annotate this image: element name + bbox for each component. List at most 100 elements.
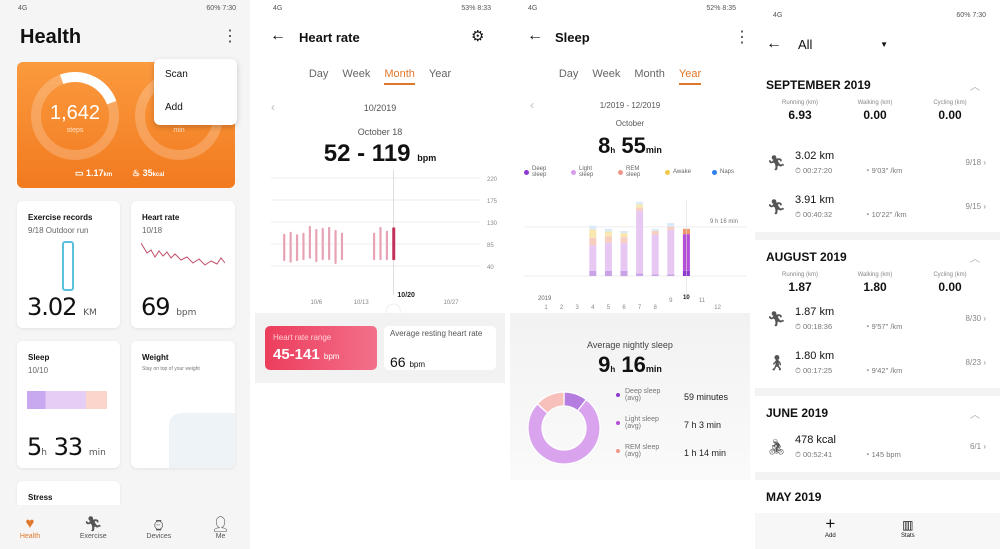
tab-year[interactable]: Year [429,68,451,85]
caret-down-icon: ▼ [880,40,888,49]
record-main: 478 kcal [795,434,836,446]
sleep-bar-segment[interactable] [620,243,628,271]
sleep-bar-segment[interactable] [636,204,644,208]
sleep-bar-segment[interactable] [651,274,659,276]
exercise-record[interactable]: 🚴︎ 478 kcal ⏱ 00:52:41 ◔ 145 bpm 6/1 › [755,428,1000,472]
collapse-chevron-icon[interactable]: ︿ [970,406,980,421]
nav-health[interactable]: ♥ Health [20,515,40,540]
sleep-bar-segment[interactable] [589,237,597,246]
sleep-bar-segment[interactable] [604,236,612,243]
sleep-bar-segment[interactable] [604,231,612,237]
sleep-bar-segment[interactable] [651,234,659,275]
nav-me[interactable]: 👤︎ Me [211,515,230,540]
heart-rate-bar[interactable] [328,226,331,261]
back-arrow-icon[interactable]: ← [766,35,782,53]
tab-month[interactable]: Month [634,68,665,85]
x-tick-label: 3 [576,305,580,311]
back-arrow-icon[interactable]: ← [527,27,543,45]
heart-rate-bar[interactable] [315,228,318,263]
tab-year[interactable]: Year [678,68,702,85]
more-icon[interactable]: ⋮ [734,27,750,47]
sleep-bar-segment[interactable] [620,233,628,238]
heart-rate-bar[interactable] [308,225,311,259]
nav-exercise[interactable]: 🏃︎ Exercise [80,515,107,540]
tab-day[interactable]: Day [559,68,579,85]
sleep-bar-segment[interactable] [636,273,644,276]
heart-rate-bar[interactable] [283,233,286,262]
heart-rate-bar[interactable] [321,227,324,261]
stat-label: Running (km) [781,272,818,278]
collapse-chevron-icon[interactable]: ︿ [970,78,980,93]
sleep-bar-segment[interactable] [636,210,644,274]
breakdown-label: Light sleep (avg) [625,416,659,430]
nav-label: Me [215,532,226,540]
tab-week[interactable]: Week [592,68,620,85]
heart-rate-card[interactable]: Heart rate 10/18 69 bpm [131,201,235,328]
sleep-bar-segment[interactable] [604,228,612,232]
menu-item-add[interactable]: Add [165,102,183,113]
sleep-chart[interactable]: 9 h 16 min20191 2 3 4 5 6 7 89 10 1112 [510,190,750,315]
tab-month[interactable]: Month [384,68,415,85]
distance-unit: km [103,172,113,178]
sleep-bar-segment[interactable] [667,274,675,276]
calories: ♨ 35kcal [132,168,164,179]
sleep-bar-segment[interactable] [636,201,644,205]
heart-rate-bar[interactable] [385,230,389,261]
exercise-records-card[interactable]: Exercise records 9/18 Outdoor run 3.02 K… [17,201,120,328]
tab-day[interactable]: Day [309,68,329,85]
tab-week[interactable]: Week [342,68,370,85]
breakdown-row: REM sleep (avg) 1 h 14 min [616,444,746,472]
heart-rate-bar[interactable] [289,231,292,263]
stat-value: 0.00 [863,108,887,122]
exercise-record[interactable]: 🚶︎ 1.80 km ⏱ 00:17:25 ◔ 9'42" /km 8/23 › [755,344,1000,388]
sleep-bar-segment[interactable] [667,229,675,275]
back-arrow-icon[interactable]: ← [270,27,286,45]
exercise-record[interactable]: 🏃︎ 1.87 km ⏱ 00:18:36 ◔ 9'57" /km 8/30 › [755,300,1000,344]
month-stat: Running (km) 1.87 [765,272,835,294]
heart-rate-bar[interactable] [340,232,344,261]
heart-rate-bar[interactable] [392,227,396,261]
sleep-bar-segment[interactable] [667,223,675,227]
sleep-bar-segment[interactable] [589,229,597,238]
x-tick-label: 12 [714,305,721,311]
sleep-bar-segment[interactable] [589,225,597,230]
collapse-chevron-icon[interactable]: ︿ [970,250,980,265]
heart-rate-range-card[interactable]: Heart rate range 45-141 bpm [265,326,377,370]
exercise-record[interactable]: 🏃︎ 3.91 km ⏱ 00:40:32 ◔ 10'22" /km 9/15 › [755,188,1000,232]
unit: bpm [409,360,426,369]
sleep-bar-segment[interactable] [604,242,612,271]
heart-rate-bar[interactable] [372,232,376,261]
selected-duration: 8h 55min [510,133,750,159]
nav-devices[interactable]: ⌚︎ Devices [146,515,171,540]
stat-label: Cycling (km) [933,100,967,106]
add-button[interactable]: + Add [825,515,836,540]
signal: 4G [18,5,28,12]
sleep-bar-segment[interactable] [589,245,597,271]
sleep-card[interactable]: Sleep 10/10 5h 33 min [17,341,120,468]
sleep-bar-segment[interactable] [604,270,612,276]
sleep-bar-segment[interactable] [636,207,644,211]
menu-item-scan[interactable]: Scan [165,69,188,80]
sleep-bar-segment[interactable] [589,270,597,276]
battery-time: 60% 7:30 [956,12,986,19]
heart-rate-bar[interactable] [334,229,337,265]
sleep-bar-segment[interactable] [651,230,659,235]
gear-icon[interactable]: ⚙ [471,27,484,45]
sleep-bar-segment[interactable] [620,237,628,244]
sleep-bar-segment[interactable] [667,226,675,230]
heart-rate-bar[interactable] [379,226,382,261]
sleep-bar-segment[interactable] [651,228,659,231]
exercise-record[interactable]: 🏃︎ 3.02 km ⏱ 00:27:20 ◔ 9'03" /km 9/18 › [755,144,1000,188]
stats-button[interactable]: ▥ Stats [901,517,915,539]
more-icon[interactable]: ⋮ [222,26,238,46]
heart-rate-bar[interactable] [302,232,305,261]
heart-rate-chart[interactable]: 220 175 130 85 40 10/6 10/13 10/20 10/27 [255,170,505,315]
filter-dropdown[interactable]: All ▼ [798,37,888,52]
heart-rate-bar[interactable] [295,234,299,262]
weight-card[interactable]: Weight Stay on top of your weight [131,341,235,468]
record-date: 8/23 › [966,358,986,367]
sleep-bar-segment[interactable] [620,270,628,276]
sleep-bar-segment[interactable] [620,230,628,234]
resting-heart-rate-card[interactable]: Average resting heart rate 66 bpm [384,326,496,370]
record-duration: ⏱ 00:27:20 [795,166,833,175]
